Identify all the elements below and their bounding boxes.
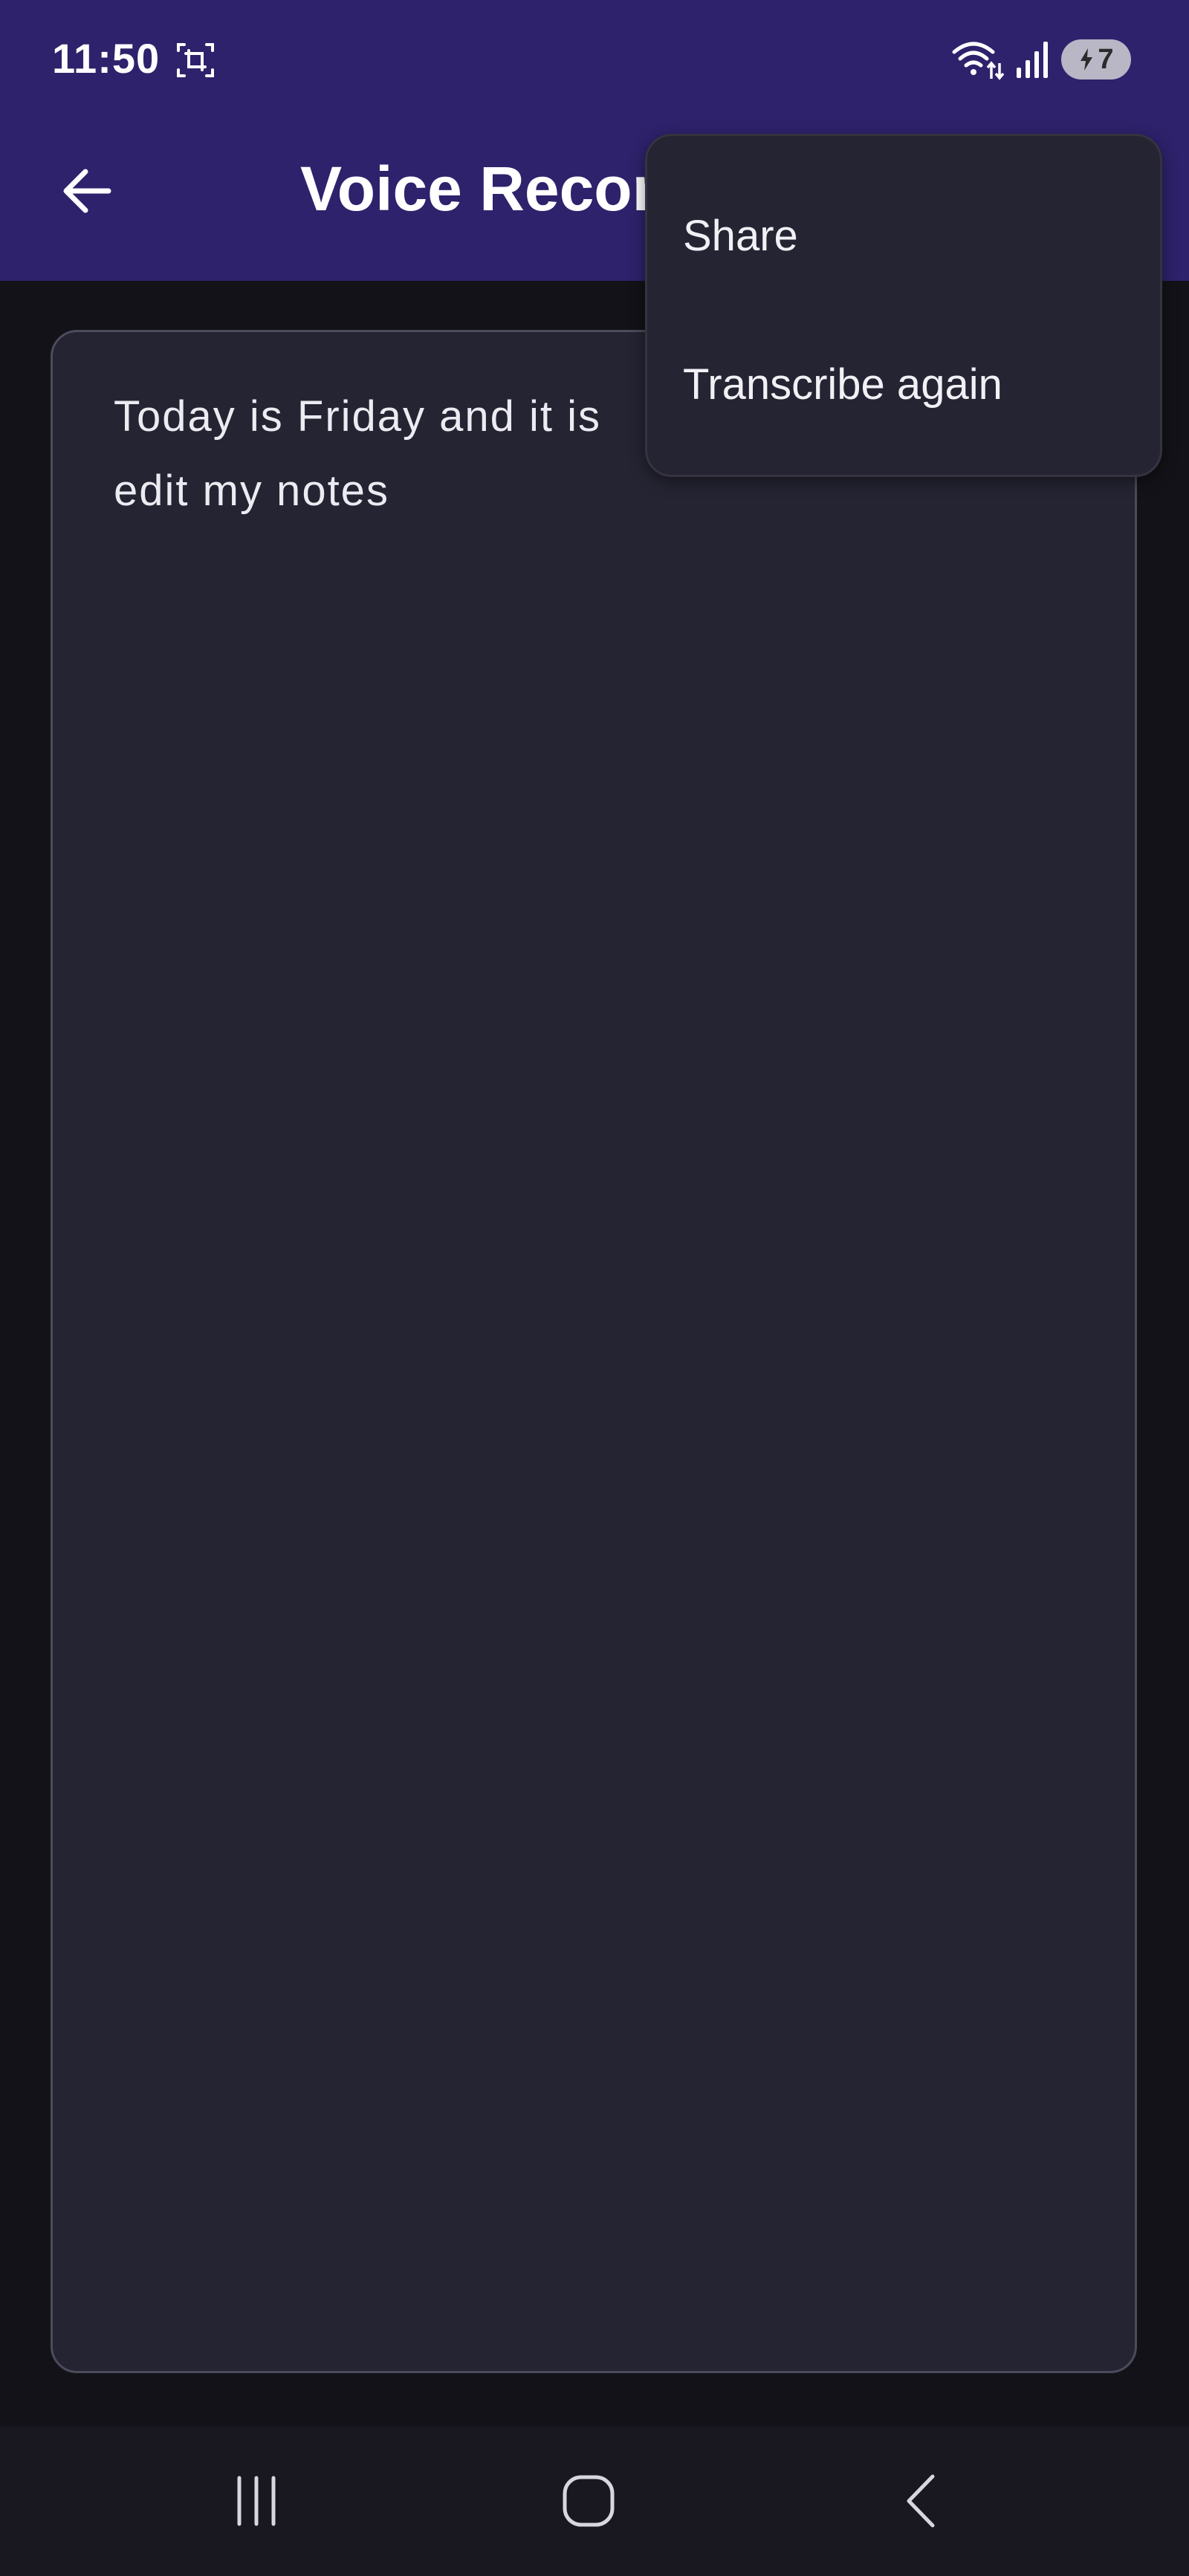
wifi-icon (952, 42, 1005, 80)
back-button[interactable] (58, 162, 116, 220)
signal-icon (1017, 42, 1048, 78)
overflow-menu: Share Transcribe again (645, 134, 1162, 477)
menu-item-transcribe-again[interactable]: Transcribe again (647, 317, 1160, 451)
status-time: 11:50 (52, 35, 161, 82)
battery-level: 7 (1098, 43, 1114, 75)
recents-icon (237, 2476, 276, 2526)
navigation-bar (0, 2427, 1189, 2576)
home-button[interactable] (544, 2456, 633, 2546)
screen: 11:50 7 Voice Recor Today is Friday and … (0, 0, 1189, 2576)
battery-indicator: 7 (1061, 39, 1131, 80)
transcript-editor[interactable]: Today is Friday and it is edit my notes (51, 330, 1137, 2373)
page-title: Voice Recor (300, 154, 657, 224)
home-icon (563, 2475, 615, 2527)
back-icon (907, 2474, 935, 2528)
arrow-left-icon (63, 169, 111, 213)
status-icons: 7 (951, 37, 1131, 82)
screenshot-icon (177, 43, 214, 77)
nav-back-button[interactable] (877, 2456, 966, 2546)
menu-item-share[interactable]: Share (647, 169, 1160, 302)
battery-charging-icon (1081, 48, 1093, 71)
recents-button[interactable] (212, 2456, 301, 2546)
